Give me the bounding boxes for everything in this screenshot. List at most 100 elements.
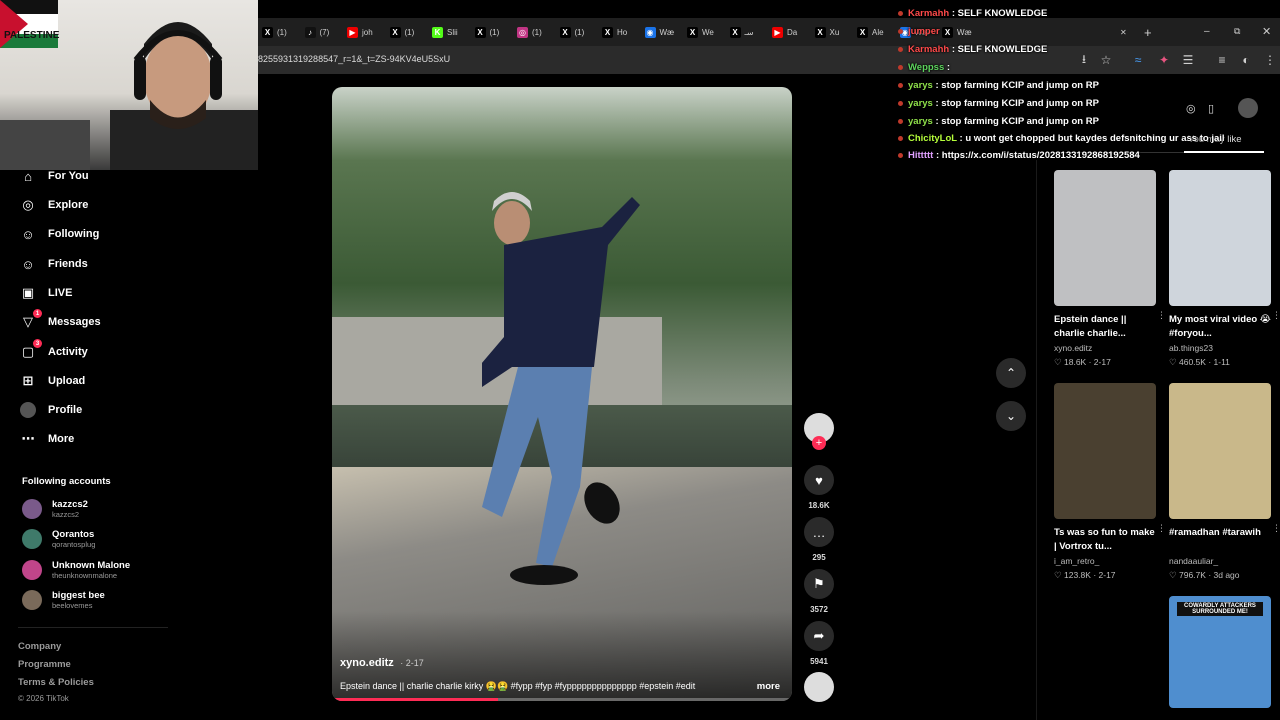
recommended-video[interactable]: Ts was so fun to make | Vortrox tu... i_a… [1054,383,1166,581]
recommended-video[interactable]: COWARDLY ATTACKERS SURROUNDED ME! [1169,596,1271,708]
browser-tab[interactable]: X Ale [857,22,884,42]
tab-label: Ho [617,27,628,37]
panel-separator [1036,160,1037,720]
video-title[interactable]: #ramadhan #tarawih [1169,526,1271,554]
sidebar-item-profile[interactable]: Profile [20,399,82,421]
share-action[interactable]: ➦ 5941 [804,621,834,666]
video-player[interactable]: xyno.editz · 2-17 Epstein dance || charl… [332,87,792,701]
recommended-video[interactable]: My most viral video 😭 #foryou... ab.thing… [1169,170,1280,368]
heart-outline-icon: ♡ [1169,570,1177,580]
video-author[interactable]: i_am_retro_ [1054,556,1156,566]
browser-tab[interactable]: ▶ Da [772,22,797,42]
more-options-icon[interactable]: ⋮ [1272,310,1280,321]
browser-tab[interactable]: X We [687,22,714,42]
browser-tab[interactable]: K Slii [432,22,458,42]
video-author[interactable]: xyno.editz [1054,343,1156,353]
sidebar-item-friends[interactable]: ☺ Friends [20,253,87,275]
chat-username: ChicityLoL [908,133,957,144]
chat-message: yarys : stop farming KCIP and jump on RP [898,98,1099,109]
compass-small-icon[interactable]: ◎ [1186,102,1196,115]
active-tab-indicator [1184,151,1264,153]
sound-disc-icon[interactable] [804,672,834,702]
new-tab-button[interactable]: + [1144,22,1152,42]
like-action[interactable]: ♥ 18.6K [804,465,834,510]
recommended-video[interactable]: #ramadhan #tarawih nandaauliar_ ♡ 796.7K ·… [1169,383,1280,581]
footer-link[interactable]: Terms & Policies [18,677,94,688]
following-account[interactable]: biggest bee beelovemes [22,590,105,610]
sidebar-item-label: Activity [48,346,88,358]
next-video-button[interactable]: ⌄ [996,401,1026,431]
close-tab-icon[interactable]: ✕ [1120,22,1127,42]
video-title[interactable]: My most viral video 😭 #foryou... [1169,313,1271,341]
restore-icon[interactable]: ⧉ [1234,26,1240,37]
bookmark-star-icon[interactable]: ☆ [1098,52,1114,68]
follow-plus-icon[interactable]: + [812,436,826,450]
install-icon[interactable]: ⭳ [1076,52,1092,68]
phone-icon[interactable]: ▯ [1208,102,1214,115]
messages-icon: ▽ 1 [20,309,42,330]
browser-tab[interactable]: ◎ (1) [517,22,542,42]
user-avatar-icon[interactable] [1238,98,1258,118]
video-title[interactable]: Epstein dance || charlie charlie... [1054,313,1156,341]
account-name: Unknown Malone [52,560,131,571]
video-author[interactable]: ab.things23 [1169,343,1271,353]
recommended-video[interactable]: Epstein dance || charlie charlie... xyno.… [1054,170,1166,368]
avatar-action[interactable]: + [804,413,834,450]
footer-link[interactable]: Programme [18,659,71,670]
url-text[interactable]: 8255931319288547_r=1&_t=ZS-94KV4eU5SxU [258,54,450,64]
video-thumbnail[interactable]: COWARDLY ATTACKERS SURROUNDED ME! [1169,596,1271,708]
caption-more-button[interactable]: more [757,681,780,692]
browser-tab[interactable]: X (1) [389,22,414,42]
more-options-icon[interactable]: ⋮ [1157,310,1166,321]
profile-avatar-icon [20,402,36,418]
puzzle-icon[interactable]: ☰ [1180,52,1196,68]
sidebar-item-for-you[interactable]: ⌂ For You [20,165,88,187]
previous-video-button[interactable]: ⌃ [996,358,1026,388]
tab-label: We [702,27,714,37]
sidebar-item-activity[interactable]: ▢ 3 Activity [20,339,88,363]
browser-tab[interactable]: X (1) [262,22,287,42]
sidebar-item-messages[interactable]: ▽ 1 Messages [20,309,101,333]
minimize-icon[interactable]: – [1204,26,1210,37]
heart-outline-icon: ♡ [1054,357,1062,367]
following-account[interactable]: Qorantos qorantosplug [22,529,95,549]
browser-tab[interactable]: X Wæ [942,22,972,42]
video-title[interactable]: Ts was so fun to make | Vortrox tu... [1054,526,1156,554]
sidebar-item-explore[interactable]: ◎ Explore [20,194,88,216]
bookmark-action[interactable]: ⚑ 3572 [804,569,834,614]
browser-tab[interactable]: ▶ joh [347,22,373,42]
browser-tab[interactable]: X سـ [729,22,754,42]
video-thumbnail[interactable] [1054,383,1156,519]
video-thumbnail[interactable] [1169,170,1271,306]
browser-tab[interactable]: X (1) [474,22,500,42]
profile-icon[interactable]: ◐ [1238,52,1254,68]
sidebar-item-following[interactable]: ☺ Following [20,223,99,245]
extension-signal-icon[interactable]: ≈ [1130,52,1146,68]
video-author[interactable]: xyno.editz [340,657,394,669]
menu-icon[interactable]: ⋮ [1262,52,1278,68]
sidebar-item-live[interactable]: ▣ LIVE [20,282,73,304]
video-meta: ♡ 796.7K · 3d ago [1169,570,1240,580]
video-progress-bar[interactable] [332,698,792,701]
following-account[interactable]: Unknown Malone theunknownmalone [22,560,130,580]
video-thumbnail[interactable] [1054,170,1156,306]
more-options-icon[interactable]: ⋮ [1157,523,1166,534]
footer-link[interactable]: Company [18,641,61,652]
close-window-icon[interactable]: ✕ [1262,25,1271,38]
more-options-icon[interactable]: ⋮ [1272,523,1280,534]
sidebar-item-upload[interactable]: ⊞ Upload [20,370,86,392]
reading-list-icon[interactable]: ≡ [1214,52,1230,68]
browser-tab[interactable]: ◉ Wæ [644,22,674,42]
video-author[interactable]: nandaauliar_ [1169,556,1271,566]
browser-tab[interactable]: X (1) [559,22,584,42]
following-account[interactable]: kazzcs2 kazzcs2 [22,499,88,519]
comment-action[interactable]: … 295 [804,517,834,562]
extension-icon[interactable]: ✦ [1156,52,1172,68]
browser-tab[interactable]: X Xu [814,22,839,42]
sidebar-item-more[interactable]: ⋯ More [20,428,75,450]
video-thumbnail[interactable] [1169,383,1271,519]
browser-tab[interactable]: X Ho [602,22,627,42]
chat-message: yarys : stop farming KCIP and jump on RP [898,80,1099,91]
tab-label: (1) [489,27,500,37]
browser-tab[interactable]: ♪ (7) [304,22,329,42]
